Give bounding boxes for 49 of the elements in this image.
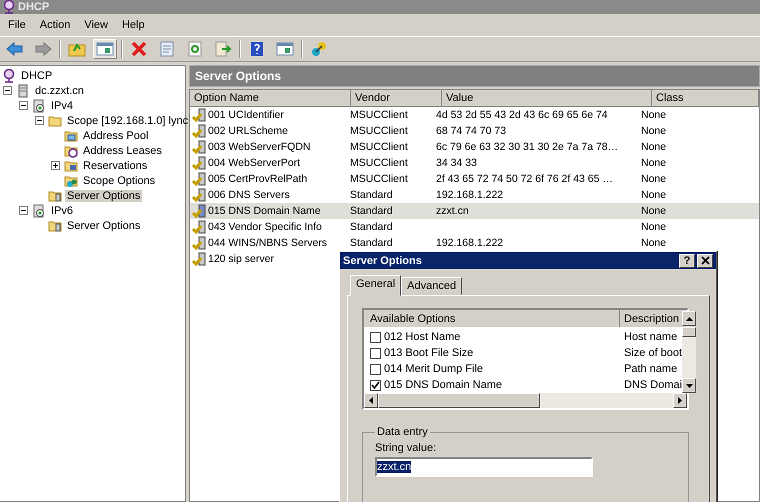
table-cell-text: Standard [349, 205, 394, 217]
option-description: Size of boot [623, 347, 682, 359]
table-cell: 005 CertProvRelPath [208, 173, 308, 185]
table-cell: 001 UCIdentifier [208, 109, 284, 121]
table-cell-text: Standard [349, 221, 394, 233]
table-cell-text: Standard [349, 189, 394, 201]
option-label: 014 Merit Dump File [384, 363, 484, 375]
group-title: Data entry [376, 426, 429, 438]
table-cell-text: None [640, 109, 668, 121]
table-cell: 003 WebServerFQDN [208, 141, 311, 153]
table-cell-text: None [640, 173, 668, 185]
table-cell-text: MSUCClient [349, 157, 409, 169]
table-cell-text: 192.168.1.222 [435, 189, 504, 201]
table-cell: 006 DNS Servers [208, 189, 290, 201]
table-cell-text: None [640, 237, 668, 249]
table-cell-text: 192.168.1.222 [435, 237, 504, 249]
table-cell: 004 WebServerPort [208, 157, 300, 169]
table-cell: 043 Vendor Specific Info [208, 221, 322, 233]
option-label: 015 DNS Domain Name [384, 379, 502, 391]
table-cell: 044 WINS/NBNS Servers [208, 237, 328, 249]
field-label: String value: [375, 442, 438, 454]
table-cell-text: None [640, 221, 668, 233]
window-title: DHCP [18, 1, 50, 13]
table-cell-text: MSUCClient [349, 173, 409, 185]
option-description: DNS Domai [623, 379, 682, 391]
table-cell-text: None [640, 157, 668, 169]
table-cell: 015 DNS Domain Name [208, 205, 321, 217]
table-cell-text: None [640, 125, 668, 137]
pane-title: Server Options [195, 69, 282, 83]
option-description: Host name [623, 331, 678, 343]
option-description: Path name [623, 363, 678, 375]
table-cell-text: MSUCClient [349, 141, 409, 153]
table-cell-text: MSUCClient [349, 125, 409, 137]
table-cell-text: None [640, 205, 668, 217]
dialog-title: Server Options [343, 254, 422, 266]
table-cell: 002 URLScheme [208, 125, 288, 137]
table-cell-text: Standard [349, 237, 394, 249]
table-cell-text: 68 74 74 70 73 [435, 125, 508, 137]
table-cell-text: 4d 53 2d 55 43 2d 43 6c 69 65 6e 74 [435, 109, 609, 121]
table-cell-text: 6c 79 6e 63 32 30 31 30 2e 7a 7a 78… [435, 141, 620, 153]
table-cell-text: None [640, 141, 668, 153]
table-cell-text: None [640, 189, 668, 201]
option-label: 013 Boot File Size [384, 347, 474, 359]
table-cell-text: 34 34 33 [435, 157, 478, 169]
option-label: 012 Host Name [384, 331, 460, 343]
table-cell-text: 2f 43 65 72 74 50 72 6f 76 2f 43 65 … [435, 173, 614, 185]
table-cell-text: zzxt.cn [435, 205, 470, 217]
table-cell: 120 sip server [208, 253, 274, 265]
table-cell-text: MSUCClient [349, 109, 409, 121]
